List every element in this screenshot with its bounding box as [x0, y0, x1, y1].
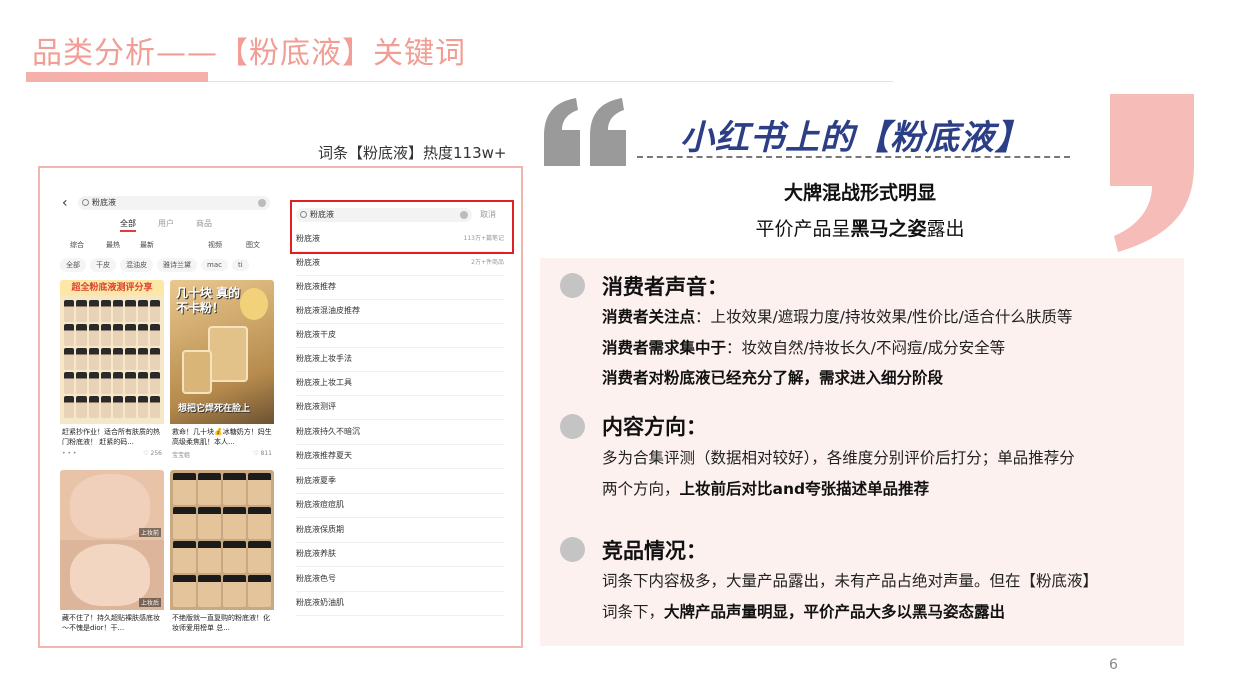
- note-cover-image: 几十块 真的不卡粉！ 想把它焊死在脸上: [170, 280, 274, 424]
- filter-hottest[interactable]: 最热: [106, 240, 120, 250]
- cover-banner: 超全粉底液测评分享: [60, 280, 164, 296]
- section-line: 两个方向，上妆前后对比and夸张描述单品推荐: [602, 480, 930, 498]
- suggestion-item[interactable]: 粉底液保质期: [296, 519, 504, 543]
- note-title: 赶紧抄作业！适合所有肤质的热门粉底液！ 赶紧的码...: [62, 428, 160, 446]
- suggestion-item[interactable]: 粉底液推荐夏天: [296, 445, 504, 469]
- note-card[interactable]: 上妆前 上妆后 藏不住了！持久超贴裸肤感底妆～不愧是dior！干...: [60, 470, 164, 634]
- filter-comprehensive[interactable]: 综合: [70, 240, 84, 250]
- suggestion-item[interactable]: 粉底液奶油肌: [296, 592, 504, 616]
- before-label: 上妆前: [138, 528, 161, 537]
- analysis-panel: 消费者声音： 消费者关注点：上妆效果/遮瑕力度/持妆效果/性价比/适合什么肤质等…: [540, 258, 1184, 646]
- section-line: 词条下内容极多，大量产品露出，未有产品占绝对声量。但在【粉底液】: [602, 572, 1099, 590]
- suggestion-item[interactable]: 粉底液上妆手法: [296, 348, 504, 372]
- suggestion-count: 2万+件商品: [471, 259, 504, 266]
- chip[interactable]: ti: [231, 259, 249, 271]
- product-grid: [64, 300, 160, 420]
- summary-line-1: 大牌混战形式明显: [783, 182, 936, 204]
- keyword-chips: 全部 干皮 混油皮 雅诗兰黛 mac ti: [60, 258, 282, 272]
- section-title: 竞品情况：: [602, 539, 707, 563]
- summary-heading: 小红书上的【粉底液】: [680, 118, 1030, 158]
- section-line: 多为合集评测（数据相对较好），各维度分别评价后打分；单品推荐分: [602, 449, 1075, 467]
- like-count[interactable]: ♡ 811: [253, 450, 272, 459]
- section-title: 消费者声音：: [602, 275, 728, 299]
- like-count[interactable]: ♡ 256: [143, 450, 162, 457]
- bullet-dot: [560, 414, 585, 439]
- note-title: 不绝版就一直复购的粉底液！化妆师爱用榜单 总...: [172, 614, 270, 632]
- screenshot-caption: 词条【粉底液】热度113w+: [318, 144, 507, 162]
- note-title: 救命！几十块💰冰糖奶方！妈生高级柔焦肌！本人...: [172, 428, 272, 446]
- bullet-dot: [560, 537, 585, 562]
- note-cover-image: 超全粉底液测评分享: [60, 280, 164, 424]
- title-accent-bar: [26, 72, 208, 82]
- cover-headline: 几十块 真的不卡粉！: [176, 286, 241, 315]
- filter-newest[interactable]: 最新: [140, 240, 154, 250]
- cover-footer: 想把它焊死在脸上: [178, 404, 251, 414]
- note-cover-image: 上妆前 上妆后: [60, 470, 164, 610]
- note-card[interactable]: 不绝版就一直复购的粉底液！化妆师爱用榜单 总...: [170, 470, 274, 634]
- slide-title: 品类分析——【粉底液】关键词: [32, 36, 466, 71]
- note-card[interactable]: 超全粉底液测评分享 赶紧抄作业！适合所有肤质的热门粉底液！ 赶紧的码... • …: [60, 280, 164, 459]
- suggestion-item[interactable]: 粉底液推荐: [296, 276, 504, 300]
- section-title: 内容方向：: [602, 415, 707, 439]
- suggestion-item[interactable]: 粉底液夏季: [296, 470, 504, 494]
- suggestion-item[interactable]: 粉底液养肤: [296, 543, 504, 567]
- suggestion-item[interactable]: 粉底液 2万+件商品: [296, 252, 504, 276]
- note-author: 宝宝姐: [172, 452, 191, 459]
- suggestion-item[interactable]: 粉底液持久不暗沉: [296, 421, 504, 445]
- suggestion-item[interactable]: 粉底液测评: [296, 396, 504, 420]
- section-line: 词条下，大牌产品声量明显，平价产品大多以黑马姿态露出: [602, 603, 1006, 621]
- chip[interactable]: 雅诗兰黛: [157, 258, 197, 272]
- filter-image-text[interactable]: 图文: [246, 240, 260, 250]
- suggestion-item[interactable]: 粉底液混油皮推荐: [296, 300, 504, 324]
- note-cover-image: [170, 470, 274, 610]
- suggestion-item[interactable]: 粉底液干皮: [296, 324, 504, 348]
- after-label: 上妆后: [138, 598, 161, 607]
- heading-divider: [637, 156, 1070, 158]
- title-divider: [208, 81, 893, 82]
- section-line: 消费者关注点：上妆效果/遮瑕力度/持妆效果/性价比/适合什么肤质等: [602, 308, 1073, 326]
- bullet-dot: [560, 273, 585, 298]
- chip[interactable]: 混油皮: [120, 258, 153, 272]
- note-author: • • •: [62, 450, 77, 457]
- note-card[interactable]: 几十块 真的不卡粉！ 想把它焊死在脸上 救命！几十块💰冰糖奶方！妈生高级柔焦肌！…: [170, 280, 274, 461]
- page-number: 6: [1109, 657, 1118, 673]
- section-line: 消费者需求集中于：妆效自然/持妆长久/不闷痘/成分安全等: [602, 339, 1006, 357]
- chip[interactable]: mac: [201, 259, 228, 271]
- search-suggestions-screen: 粉底液 取消 粉底液 113万+篇笔记 粉底液 2万+件商品 粉底液推荐 粉底液混油…: [290, 190, 514, 638]
- suggestion-item[interactable]: 粉底液上妆工具: [296, 372, 504, 396]
- suggestion-item[interactable]: 粉底液色号: [296, 568, 504, 592]
- section-line: 消费者对粉底液已经充分了解，需求进入细分阶段: [602, 369, 944, 387]
- open-quote-icon: [544, 98, 626, 166]
- summary-line-2: 平价产品呈黑马之姿露出: [755, 218, 965, 240]
- filter-video[interactable]: 视频: [208, 240, 222, 250]
- suggestion-item[interactable]: 粉底液痘痘肌: [296, 494, 504, 518]
- chip[interactable]: 全部: [60, 258, 86, 272]
- search-results-screen: ‹ 粉底液 全部 用户 商品 综合 最热 最新 视频 图文 全部 干皮 混油皮 雅诗兰…: [60, 190, 282, 638]
- chip[interactable]: 干皮: [90, 258, 116, 272]
- sort-filters: 综合 最热 最新 视频 图文: [60, 240, 272, 252]
- note-title: 藏不住了！持久超贴裸肤感底妆～不愧是dior！干...: [62, 614, 160, 632]
